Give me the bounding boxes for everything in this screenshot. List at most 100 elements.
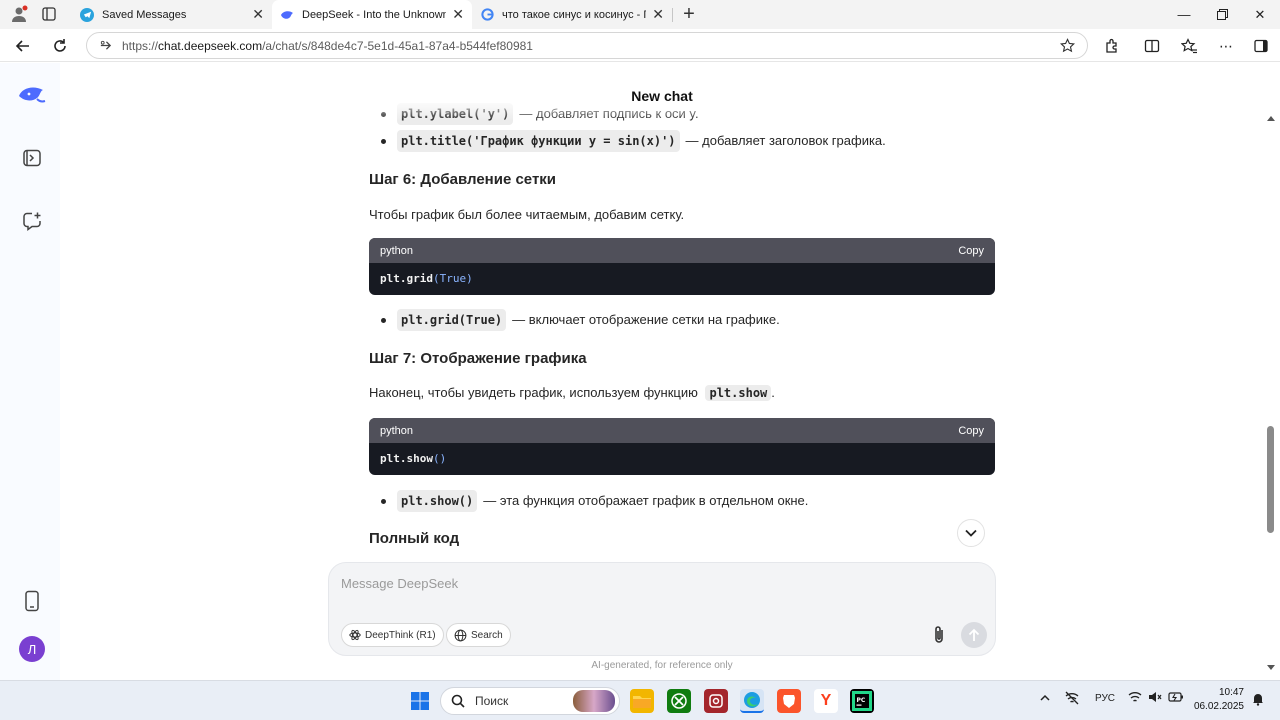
- network-off-icon[interactable]: [1064, 691, 1080, 708]
- refresh-icon[interactable]: [49, 35, 71, 57]
- app-sidebar: Л: [0, 63, 60, 680]
- more-options-icon[interactable]: ⋯: [1215, 35, 1237, 57]
- copy-button[interactable]: Copy: [958, 241, 984, 261]
- close-tab-icon[interactable]: ✕: [652, 6, 664, 23]
- tab-divider: [672, 8, 673, 22]
- clock-time: 10:47: [1218, 687, 1244, 698]
- message-composer: Message DeepSeek DeepThink (R1) Search: [328, 562, 996, 656]
- step7-heading: Шаг 7: Отображение графика: [369, 350, 587, 367]
- tab-title: что такое синус и косинус - Пои: [502, 8, 646, 21]
- send-button[interactable]: [961, 622, 987, 648]
- taskbar-search[interactable]: Поиск: [440, 687, 620, 715]
- volume-muted-icon[interactable]: [1148, 691, 1162, 706]
- app-icon[interactable]: [704, 689, 728, 713]
- close-window-icon[interactable]: ✕: [1242, 0, 1278, 29]
- chevron-down-icon: [965, 529, 977, 537]
- extensions-icon[interactable]: [1101, 35, 1123, 57]
- yandex-browser-icon[interactable]: Y: [814, 689, 838, 713]
- google-icon: [480, 8, 494, 22]
- attach-file-icon[interactable]: [929, 623, 949, 647]
- tab-strip: Saved Messages ✕ DeepSeek - Into the Unk…: [0, 0, 1280, 29]
- tab-deepseek[interactable]: DeepSeek - Into the Unknown ✕: [272, 0, 472, 29]
- search-icon: [451, 694, 465, 708]
- start-windows-icon[interactable]: [408, 689, 432, 713]
- step6-text: Чтобы график был более читаемым, добавим…: [369, 207, 685, 222]
- inline-code: plt.grid(True): [397, 309, 507, 331]
- notifications-bell-icon[interactable]: [1252, 692, 1264, 709]
- atom-icon: [349, 629, 361, 641]
- taskbar-search-placeholder: Поиск: [475, 694, 509, 708]
- minimize-icon[interactable]: —: [1166, 0, 1202, 29]
- search-highlight-image: [573, 690, 615, 712]
- back-icon[interactable]: [12, 35, 34, 57]
- telegram-icon: [80, 7, 94, 22]
- page-title: New chat: [631, 88, 693, 104]
- code-language: python: [380, 424, 414, 437]
- search-button[interactable]: Search: [446, 623, 511, 647]
- step6-heading: Шаг 6: Добавление сетки: [369, 171, 557, 188]
- scroll-up-arrow-icon[interactable]: [1266, 113, 1276, 123]
- code-function: plt.show: [380, 452, 433, 465]
- chat-main: plt.ylabel('y') — добавляет подпись к ос…: [60, 63, 1264, 680]
- arrow-up-icon: [968, 628, 980, 641]
- tab-google-search[interactable]: что такое синус и косинус - Пои ✕: [472, 0, 672, 29]
- clock-date: 06.02.2025: [1193, 701, 1244, 712]
- scrollbar-thumb[interactable]: [1267, 426, 1274, 533]
- url-host: chat.deepseek.com: [158, 38, 263, 53]
- list-item: plt.title('График функции y = sin(x)') —…: [381, 130, 886, 152]
- mobile-app-icon[interactable]: [19, 588, 45, 614]
- deepseek-logo-icon[interactable]: [17, 83, 47, 109]
- full-code-heading: Полный код: [369, 530, 460, 547]
- open-sidebar-icon[interactable]: [19, 145, 45, 171]
- user-avatar[interactable]: Л: [19, 636, 45, 662]
- globe-icon: [454, 629, 467, 642]
- wifi-icon[interactable]: [1128, 691, 1142, 706]
- brave-browser-icon[interactable]: [777, 689, 801, 713]
- taskbar-clock[interactable]: 10:47 06.02.2025: [1188, 686, 1244, 714]
- tab-saved-messages[interactable]: Saved Messages ✕: [72, 0, 272, 29]
- tab-title: Saved Messages: [102, 8, 187, 21]
- file-explorer-icon[interactable]: [630, 689, 654, 713]
- sidebar-toggle-icon[interactable]: [1250, 35, 1272, 57]
- favorites-icon[interactable]: [1178, 35, 1200, 57]
- code-body: plt.show(): [369, 443, 995, 475]
- split-screen-icon[interactable]: [1141, 35, 1163, 57]
- step7-text: Наконец, чтобы увидеть график, используе…: [369, 385, 775, 401]
- browser-toolbar: https://chat.deepseek.com/a/chat/s/848de…: [0, 29, 1280, 62]
- battery-charging-icon[interactable]: [1168, 691, 1184, 706]
- favorite-star-icon[interactable]: [1060, 38, 1075, 53]
- close-tab-icon[interactable]: ✕: [252, 6, 264, 23]
- inline-code: plt.show: [705, 385, 772, 401]
- deepthink-label: DeepThink (R1): [365, 629, 436, 641]
- address-bar[interactable]: https://chat.deepseek.com/a/chat/s/848de…: [86, 32, 1088, 59]
- code-args: (): [432, 452, 447, 465]
- code-args: (True): [432, 272, 473, 285]
- site-info-icon[interactable]: [99, 39, 112, 52]
- edge-browser-icon[interactable]: [740, 689, 764, 713]
- pycharm-icon[interactable]: PC: [850, 689, 874, 713]
- taskbar: Поиск Y PC РУС 10:47 06.02.2025: [0, 680, 1280, 720]
- deepthink-button[interactable]: DeepThink (R1): [341, 623, 444, 647]
- xbox-icon[interactable]: [667, 689, 691, 713]
- page-scrollbar[interactable]: [1264, 63, 1280, 680]
- profile-icon[interactable]: [8, 4, 30, 24]
- deepseek-icon: [280, 8, 294, 22]
- list-item-text: — добавляет заголовок графика.: [685, 133, 886, 148]
- scroll-to-bottom-button[interactable]: [957, 519, 985, 547]
- list-item: plt.show() — эта функция отображает граф…: [381, 490, 808, 512]
- message-input[interactable]: Message DeepSeek: [341, 576, 458, 591]
- language-indicator[interactable]: РУС: [1095, 693, 1115, 704]
- list-item: plt.grid(True) — включает отображение се…: [381, 309, 780, 331]
- new-chat-icon[interactable]: [19, 208, 45, 234]
- new-tab-icon[interactable]: +: [678, 3, 700, 25]
- scroll-down-arrow-icon[interactable]: [1266, 663, 1276, 673]
- list-item-text: — включает отображение сетки на графике.: [512, 312, 780, 327]
- code-function: plt.grid: [380, 272, 433, 285]
- show-hidden-icons[interactable]: [1040, 693, 1050, 704]
- maximize-icon[interactable]: [1204, 0, 1240, 29]
- copy-button[interactable]: Copy: [958, 421, 984, 441]
- code-body: plt.grid (True): [369, 263, 995, 295]
- tab-actions-icon[interactable]: [38, 4, 60, 24]
- url-path: /a/chat/s/848de4c7-5e1d-45a1-87a4-b544fe…: [262, 38, 533, 53]
- close-tab-icon[interactable]: ✕: [452, 6, 464, 23]
